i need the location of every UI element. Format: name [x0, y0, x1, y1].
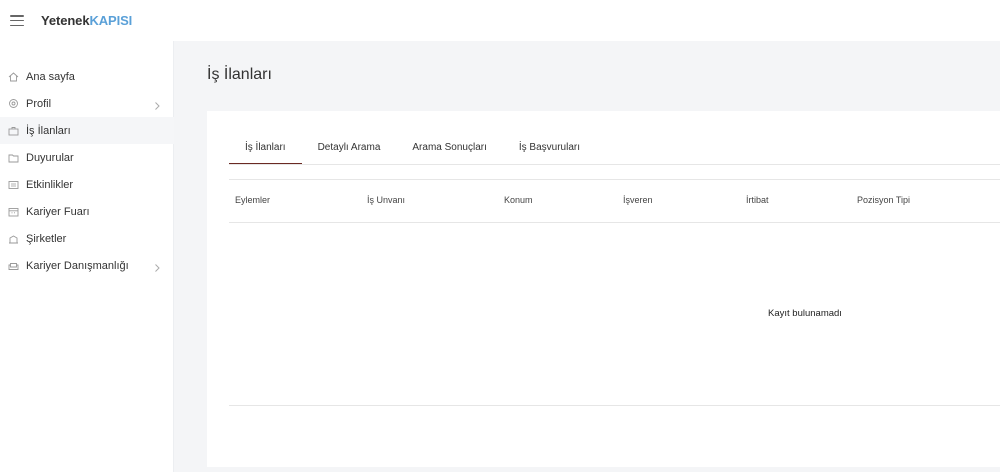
empty-table-message: Kayıt bulunamadı [768, 308, 842, 319]
brand-name-part2: KAPISI [89, 13, 133, 28]
sidebar-item-profile[interactable]: Profil [0, 90, 174, 117]
column-header-location[interactable]: Konum [504, 195, 533, 205]
hamburger-menu-icon[interactable] [10, 15, 24, 26]
sidebar: Ana sayfa Profil İş İlanları Duyurular E… [0, 41, 174, 472]
column-header-job-title[interactable]: İş Unvanı [367, 195, 405, 205]
home-icon [8, 71, 19, 82]
sidebar-item-label: Profil [26, 97, 52, 110]
sidebar-item-label: Etkinlikler [26, 178, 74, 191]
brand-name-part1: Yetenek [41, 13, 90, 28]
folder-icon [8, 153, 19, 163]
table-header: Eylemler İş Unvanı Konum İşveren İrtibat… [229, 180, 1000, 222]
column-header-employer[interactable]: İşveren [623, 195, 653, 205]
tab-detailed-search[interactable]: Detaylı Arama [302, 137, 397, 165]
tab-search-results[interactable]: Arama Sonuçları [396, 137, 502, 165]
job-listings-card: İş İlanları Detaylı Arama Arama Sonuçlar… [207, 111, 1000, 467]
tab-job-listings[interactable]: İş İlanları [229, 137, 302, 165]
calendar-icon [8, 207, 19, 217]
brand-logo[interactable]: YetenekKAPISI [41, 13, 132, 28]
sofa-icon [8, 261, 19, 271]
tab-job-applications[interactable]: İş Başvuruları [503, 137, 596, 165]
sidebar-item-label: Ana sayfa [26, 70, 75, 83]
sidebar-item-announcements[interactable]: Duyurular [0, 144, 174, 171]
column-header-position-type[interactable]: Pozisyon Tipi [857, 195, 910, 205]
sidebar-item-events[interactable]: Etkinlikler [0, 171, 174, 198]
tab-bar: İş İlanları Detaylı Arama Arama Sonuçlar… [229, 137, 596, 165]
sidebar-item-label: Kariyer Danışmanlığı [26, 259, 129, 272]
chevron-right-icon [152, 260, 162, 272]
sidebar-item-label: İş İlanları [26, 124, 71, 137]
sidebar-item-label: Şirketler [26, 232, 67, 245]
sidebar-item-career-counseling[interactable]: Kariyer Danışmanlığı [0, 252, 174, 279]
tab-divider [229, 164, 1000, 165]
sidebar-item-label: Kariyer Fuarı [26, 205, 90, 218]
page-title: İş İlanları [207, 66, 272, 83]
top-bar: YetenekKAPISI [0, 0, 1000, 41]
building-icon [8, 234, 19, 244]
briefcase-icon [8, 126, 19, 136]
column-header-contact[interactable]: İrtibat [746, 195, 769, 205]
sidebar-item-label: Duyurular [26, 151, 74, 164]
table-bottom-border [229, 405, 1000, 406]
table-header-border [229, 222, 1000, 223]
sidebar-item-home[interactable]: Ana sayfa [0, 63, 174, 90]
sidebar-item-career-fair[interactable]: Kariyer Fuarı [0, 198, 174, 225]
sidebar-item-job-listings[interactable]: İş İlanları [0, 117, 174, 144]
gear-icon [8, 99, 19, 109]
sidebar-item-companies[interactable]: Şirketler [0, 225, 174, 252]
list-icon [8, 180, 19, 190]
chevron-right-icon [152, 98, 162, 110]
column-header-actions[interactable]: Eylemler [235, 195, 270, 205]
